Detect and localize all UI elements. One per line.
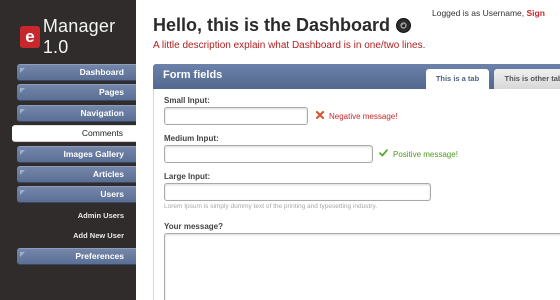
message-textarea[interactable]: [164, 233, 560, 300]
negative-message-text: Negative message!: [329, 111, 398, 121]
panel-title: Form fields: [163, 69, 223, 81]
sidebar-item-users[interactable]: Users: [17, 186, 136, 204]
sidebar: e Manager 1.0 Dashboard Pages Navigation…: [0, 0, 136, 300]
error-x-icon: [316, 111, 324, 121]
sidebar-subitem-add-new-user[interactable]: Add New User: [17, 227, 136, 244]
sidebar-item-articles[interactable]: Articles: [17, 165, 136, 183]
form-panel-header: Form fields This is a tab This is other …: [153, 64, 560, 89]
medium-input[interactable]: [164, 145, 373, 163]
negative-message: Negative message!: [316, 111, 397, 121]
app-name: Manager 1.0: [42, 16, 116, 57]
camera-icon[interactable]: [396, 18, 412, 33]
app-logo[interactable]: e Manager 1.0: [20, 16, 136, 58]
logo-mark: e: [20, 26, 40, 48]
sidebar-item-preferences[interactable]: Preferences: [17, 247, 136, 265]
login-info: Logged is as Username, Sign: [432, 8, 545, 18]
message-label: Your message?: [164, 222, 223, 231]
positive-message-text: Positive message!: [393, 149, 458, 159]
large-input-hint: Lorem Ipsum is simply dummy text of the …: [164, 203, 378, 210]
page-description: A little description explain what Dashbo…: [153, 40, 426, 51]
positive-message: Positive message!: [379, 149, 458, 159]
sidebar-item-pages[interactable]: Pages: [17, 84, 136, 102]
medium-input-label: Medium Input:: [164, 134, 219, 143]
large-input[interactable]: [164, 183, 431, 201]
small-input-label: Small Input:: [164, 96, 210, 105]
sidebar-item-comments[interactable]: Comments: [12, 125, 136, 143]
sidebar-item-images-gallery[interactable]: Images Gallery: [17, 145, 136, 163]
sidebar-subitem-admin-users[interactable]: Admin Users: [17, 207, 136, 224]
small-input[interactable]: [164, 107, 308, 125]
large-input-label: Large Input:: [164, 172, 211, 181]
signout-link[interactable]: Sign: [527, 8, 545, 18]
sidebar-nav: Dashboard Pages Navigation Comments Imag…: [12, 64, 136, 268]
sidebar-item-navigation[interactable]: Navigation: [17, 104, 136, 122]
checkmark-icon: [379, 149, 388, 159]
page-title: Hello, this is the Dashboard: [153, 15, 412, 36]
sidebar-item-dashboard[interactable]: Dashboard: [17, 64, 136, 81]
tab-this-is-other-tab[interactable]: This is other tab: [494, 69, 560, 89]
page-title-text: Hello, this is the Dashboard: [153, 15, 391, 35]
login-text: Logged is as Username,: [432, 8, 525, 18]
tab-this-is-a-tab[interactable]: This is a tab: [426, 69, 489, 89]
